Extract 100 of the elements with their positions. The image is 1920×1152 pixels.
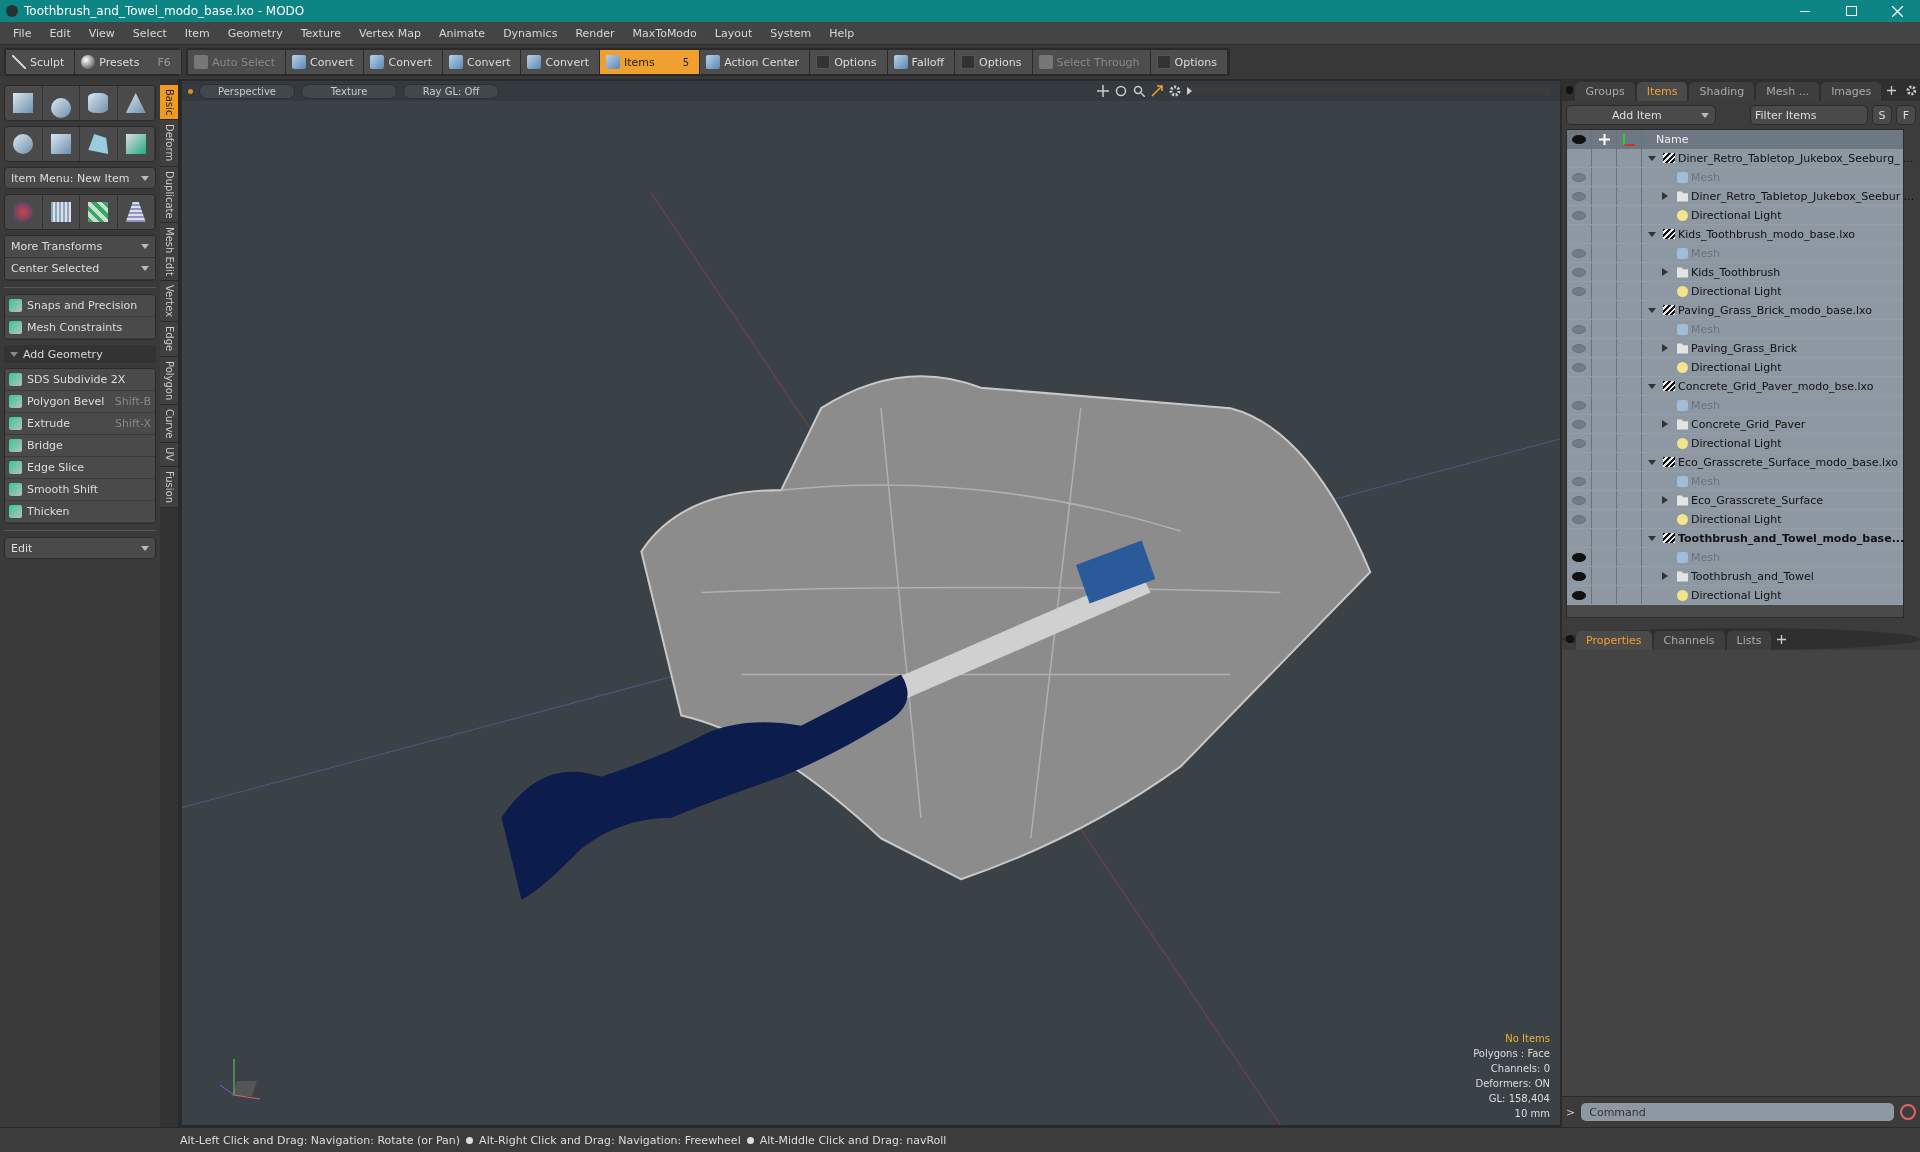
expand-arrow-icon[interactable] [1648, 535, 1656, 541]
side-tab[interactable]: Duplicate [160, 166, 178, 224]
tree-item[interactable]: Directional Light [1691, 436, 1782, 450]
item-menu-dropdown[interactable]: Item Menu: New Item [4, 167, 156, 189]
panel-tab[interactable]: Items [1636, 82, 1688, 101]
side-tab[interactable]: Edge [160, 322, 178, 357]
toolbar-button[interactable]: Convert [443, 50, 522, 74]
tree-item[interactable]: Toothbrush_and_Towel [1691, 569, 1814, 583]
panel-tab[interactable]: Properties [1576, 631, 1652, 650]
menu-item[interactable]: View [79, 26, 124, 40]
menu-item[interactable]: Vertex Map [349, 26, 431, 40]
expand-arrow-icon[interactable] [1648, 459, 1656, 465]
toolbar-button[interactable]: Convert [286, 50, 365, 74]
minimize-icon[interactable] [1800, 10, 1810, 12]
visibility-eye-icon[interactable] [1572, 571, 1586, 581]
viewport-option-button[interactable]: Ray GL: Off [403, 83, 499, 99]
expand-arrow-icon[interactable] [1662, 572, 1668, 580]
tool-button[interactable]: Snaps and Precision [5, 295, 155, 317]
toolbar-button[interactable]: Sculpt [6, 50, 76, 74]
panel-tab[interactable]: Mesh ... [1756, 82, 1820, 101]
toolbar-button[interactable]: Presets F6 [75, 50, 182, 74]
rotate-icon[interactable] [1115, 85, 1127, 97]
tree-item[interactable]: Concrete_Grid_Paver [1691, 417, 1806, 431]
toolbar-button[interactable]: Convert [364, 50, 443, 74]
panel-tab[interactable]: Lists [1726, 631, 1772, 650]
edit-dropdown[interactable]: Edit [4, 537, 156, 559]
search-icon[interactable] [1133, 85, 1145, 97]
menu-item[interactable]: Render [566, 26, 624, 40]
panel-tab[interactable]: Shading [1689, 82, 1755, 101]
side-tab[interactable]: Polygon [160, 356, 178, 405]
side-tab[interactable]: UV [160, 443, 178, 467]
tree-item[interactable]: Paving_Grass_Brick_modo_base.lxo [1678, 303, 1873, 317]
section-header[interactable]: Add Geometry [4, 345, 156, 363]
expand-arrow-icon[interactable] [1662, 420, 1668, 428]
tree-item[interactable]: Eco_Grasscrete_Surface [1691, 493, 1824, 507]
tree-item[interactable]: Directional Light [1691, 588, 1782, 602]
maximize-icon[interactable] [1151, 85, 1163, 97]
menu-item[interactable]: Select [123, 26, 176, 40]
tree-item[interactable]: Kids_Toothbrush [1691, 265, 1781, 279]
tree-item[interactable]: Directional Light [1691, 512, 1782, 526]
tree-item[interactable]: Toothbrush_and_Towel_modo_base... [1678, 531, 1905, 545]
tree-item[interactable]: Directional Light [1691, 360, 1782, 374]
transform-dropdown[interactable]: More Transforms [5, 236, 155, 258]
tree-item[interactable]: Concrete_Grid_Paver_modo_bse.lxo [1678, 379, 1874, 393]
tree-item[interactable]: Diner_Retro_Tabletop_Jukebox_Seebur ... [1691, 189, 1915, 203]
command-field[interactable]: Command [1581, 1103, 1894, 1121]
expand-arrow-icon[interactable] [1648, 231, 1656, 237]
horizontal-scrollbar[interactable] [1567, 605, 1903, 617]
visibility-eye-icon[interactable] [1572, 590, 1586, 600]
menu-item[interactable]: Geometry [218, 26, 292, 40]
tree-item[interactable]: Directional Light [1691, 284, 1782, 298]
menu-item[interactable]: Dynamics [494, 26, 567, 40]
tree-item[interactable]: Paving_Grass_Brick [1691, 341, 1798, 355]
menu-item[interactable]: System [761, 26, 821, 40]
expand-arrow-icon[interactable] [1662, 344, 1668, 352]
toolbar-button[interactable]: Options [1150, 50, 1229, 74]
move-icon[interactable] [1097, 85, 1109, 97]
viewport-option-button[interactable]: Perspective [199, 83, 295, 99]
menu-item[interactable]: Edit [40, 26, 80, 40]
expand-arrow-icon[interactable] [1648, 307, 1656, 313]
toolbar-button[interactable]: Convert [521, 50, 600, 74]
expand-arrow-icon[interactable] [1662, 192, 1668, 200]
toolbar-button[interactable]: Options [955, 50, 1033, 74]
viewport[interactable]: Perspective Texture Ray GL: Off No Items Polygons : Face Channels: 0 Deformers: ON GL: 158,404 10 mm [180, 79, 1562, 1127]
record-icon[interactable] [1900, 1104, 1916, 1120]
toolbar-button[interactable]: Items 5 [600, 50, 701, 74]
side-tab[interactable]: Basic [160, 85, 178, 121]
menu-item[interactable]: Texture [291, 26, 350, 40]
menu-item[interactable]: File [4, 26, 41, 40]
add-item-dropdown[interactable]: Add Item [1566, 105, 1716, 125]
panel-tab[interactable]: Images [1821, 82, 1882, 101]
side-tab[interactable]: Curve [160, 404, 178, 444]
tree-item[interactable]: Kids_Toothbrush_modo_base.lxo [1678, 227, 1856, 241]
panel-tab[interactable]: Channels [1653, 631, 1725, 650]
visibility-eye-icon[interactable] [1572, 552, 1586, 562]
expand-arrow-icon[interactable] [1662, 268, 1668, 276]
expand-arrow-icon[interactable] [1662, 496, 1668, 504]
viewport-option-button[interactable]: Texture [301, 83, 397, 99]
panel-tab[interactable]: Groups [1575, 82, 1635, 101]
tree-item[interactable]: Eco_Grasscrete_Surface_modo_base.lxo [1678, 455, 1898, 469]
expand-arrow-icon[interactable] [1648, 155, 1656, 161]
expand-arrow-icon[interactable] [1648, 383, 1656, 389]
restore-icon[interactable] [1845, 6, 1857, 16]
menu-item[interactable]: Layout [705, 26, 762, 40]
column-header[interactable]: Name [1642, 133, 1689, 146]
tree-item[interactable]: Diner_Retro_Tabletop_Jukebox_Seeburg_ ... [1678, 151, 1914, 165]
menu-item[interactable]: MaxToModo [623, 26, 706, 40]
menu-item[interactable]: Help [820, 26, 864, 40]
close-icon[interactable] [1891, 5, 1903, 17]
side-tab[interactable]: Mesh Edit [160, 223, 178, 282]
filter-field[interactable]: Filter Items [1750, 105, 1868, 125]
toolbar-button[interactable]: Action Center [700, 50, 811, 74]
settings-icon[interactable] [1169, 85, 1181, 97]
toolbar-button[interactable]: Options [810, 50, 888, 74]
tool-button[interactable]: SDS Subdivide 2X [5, 369, 155, 391]
menu-item[interactable]: Item [175, 26, 219, 40]
toolbar-button[interactable]: Falloff [887, 50, 956, 74]
tree-item[interactable]: Directional Light [1691, 208, 1782, 222]
menu-item[interactable]: Animate [430, 26, 495, 40]
side-tab[interactable]: Deform [160, 120, 178, 167]
